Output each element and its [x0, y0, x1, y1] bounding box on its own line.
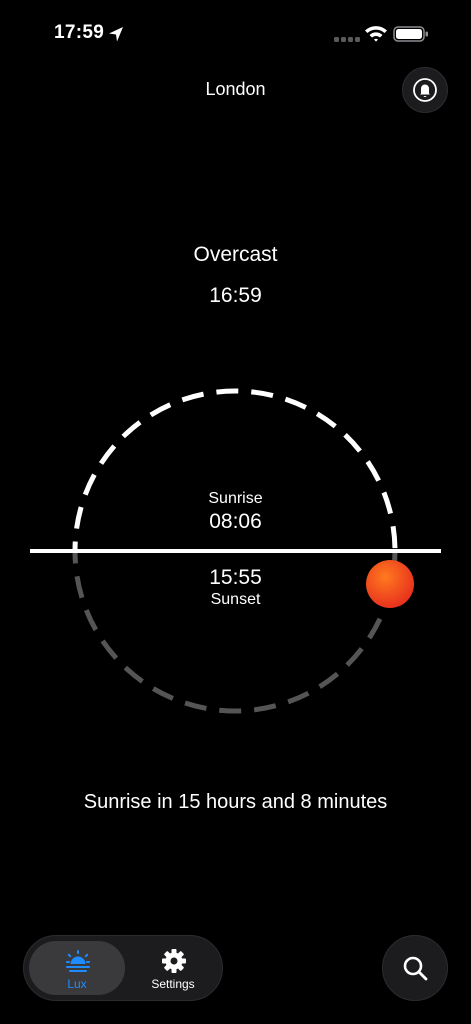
- wifi-icon: [365, 26, 387, 42]
- sunrise-label: Sunrise: [208, 490, 263, 507]
- bell-icon: [413, 78, 437, 102]
- search-icon: [403, 956, 428, 981]
- sunset-label: Sunset: [210, 591, 261, 608]
- current-time: 16:59: [209, 284, 262, 307]
- sunrise-time: 08:06: [209, 510, 262, 533]
- tab-lux-label: Lux: [67, 977, 87, 991]
- location-arrow-icon: [109, 27, 123, 42]
- cellular-signal-icon: [334, 37, 360, 42]
- status-time: 17:59: [54, 22, 105, 43]
- notifications-button[interactable]: [402, 67, 448, 113]
- tab-settings-label: Settings: [151, 977, 195, 991]
- tab-lux[interactable]: Lux: [29, 941, 125, 995]
- search-button[interactable]: [382, 935, 448, 1001]
- horizon-line: [30, 549, 441, 553]
- tab-bar: Lux Settings: [23, 935, 223, 1001]
- sunrise-icon: [66, 950, 90, 972]
- gear-icon: [162, 949, 186, 973]
- weather-condition: Overcast: [193, 243, 278, 266]
- sunset-time: 15:55: [209, 566, 262, 589]
- sun-dial: [30, 388, 441, 714]
- status-bar: 17:59: [0, 0, 471, 70]
- next-event-text: Sunrise in 15 hours and 8 minutes: [83, 791, 388, 813]
- tab-settings[interactable]: Settings: [125, 941, 221, 995]
- battery-icon: [393, 26, 428, 42]
- city-name[interactable]: London: [0, 79, 471, 100]
